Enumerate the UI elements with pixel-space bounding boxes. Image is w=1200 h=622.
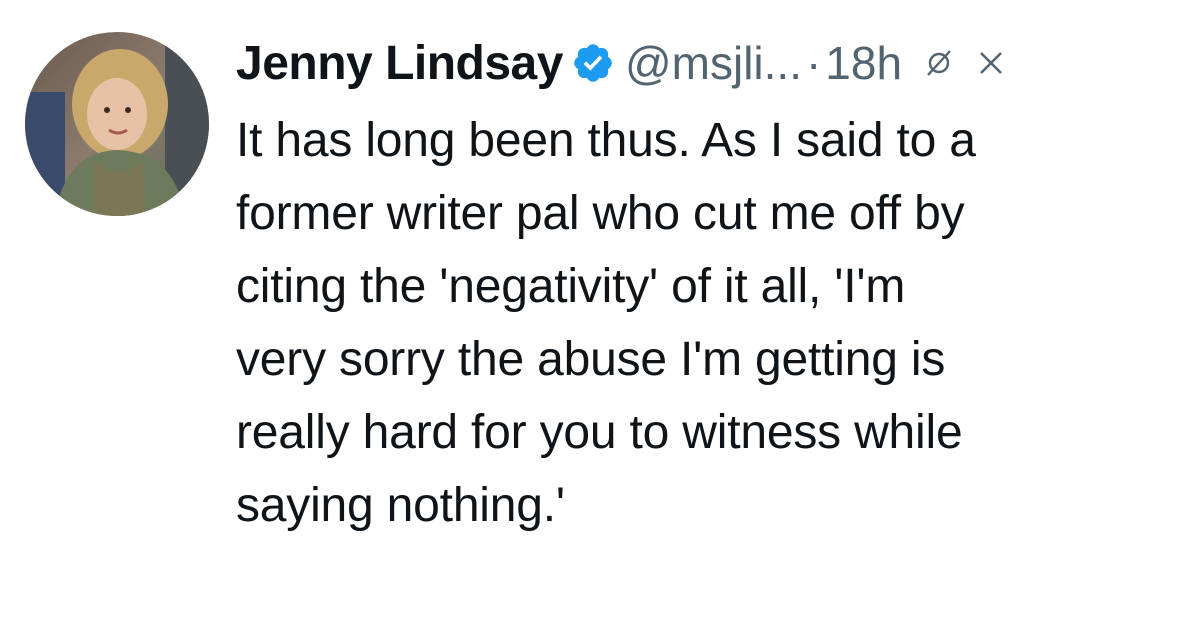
tweet-content: Jenny Lindsay @msjli... · 18h It has lon… bbox=[236, 28, 1186, 542]
grok-icon[interactable] bbox=[924, 48, 954, 78]
avatar-photo bbox=[25, 32, 209, 216]
author-name[interactable]: Jenny Lindsay bbox=[236, 36, 563, 91]
tweet-text: It has long been thus. As I said to a fo… bbox=[236, 114, 976, 532]
close-icon[interactable] bbox=[976, 48, 1006, 78]
author-handle[interactable]: @msjli... bbox=[625, 36, 802, 90]
tweet-header: Jenny Lindsay @msjli... · 18h bbox=[236, 28, 1186, 98]
timestamp[interactable]: 18h bbox=[825, 36, 902, 90]
separator-dot: · bbox=[805, 37, 822, 89]
avatar[interactable] bbox=[25, 32, 209, 216]
tweet[interactable]: Jenny Lindsay @msjli... · 18h It has lon… bbox=[0, 0, 1200, 622]
verified-badge-icon bbox=[571, 41, 615, 85]
